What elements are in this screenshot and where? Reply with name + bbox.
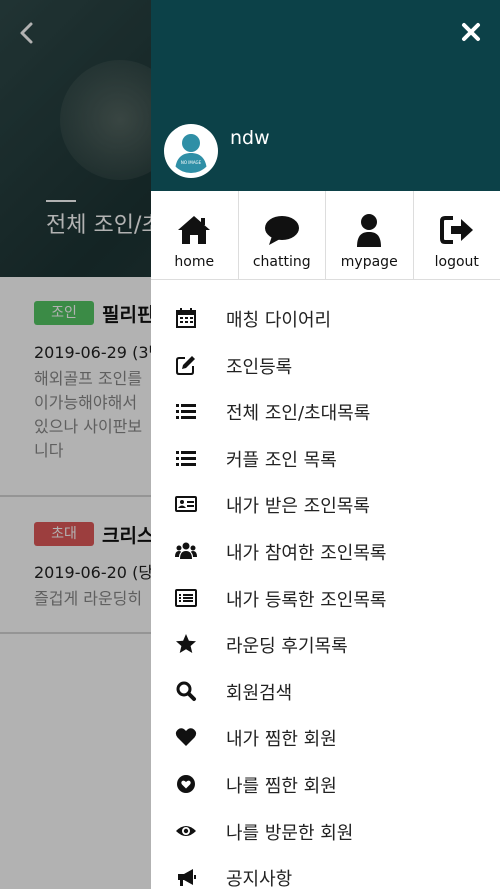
menu-label: 라운딩 후기목록 (226, 636, 348, 658)
menu-item-member-search[interactable]: 회원검색 (151, 668, 500, 715)
list-icon (175, 447, 197, 469)
menu-label: 회원검색 (226, 682, 293, 704)
close-icon[interactable] (459, 20, 483, 44)
edit-icon (175, 354, 197, 376)
nav-chatting[interactable]: chatting (239, 191, 326, 279)
id-card-icon (175, 493, 197, 515)
menu-label: 내가 찜한 회원 (226, 729, 337, 751)
avatar-placeholder-text: NO IMAGE (181, 160, 202, 165)
nav-mypage[interactable]: mypage (326, 191, 414, 279)
quick-nav: home chatting mypage logout (151, 191, 500, 280)
menu-item-favorited-me[interactable]: 나를 찜한 회원 (151, 761, 500, 808)
heart-circle-icon (175, 773, 197, 795)
home-icon (176, 213, 212, 247)
drawer-header: NO IMAGE ndw (151, 0, 500, 191)
nav-label: home (174, 254, 215, 270)
menu-item-all-join-list[interactable]: 전체 조인/초대목록 (151, 388, 500, 435)
menu-item-join-register[interactable]: 조인등록 (151, 342, 500, 389)
chat-bubble-icon (264, 213, 300, 247)
avatar[interactable]: NO IMAGE (164, 124, 218, 178)
star-icon (175, 633, 197, 655)
drawer-menu: 매칭 다이어리 조인등록 전체 조인/초대목록 커플 조인 목록 내가 받은 조… (151, 295, 500, 889)
users-icon (175, 540, 197, 562)
menu-label: 전체 조인/초대목록 (226, 403, 371, 425)
user-icon (351, 213, 387, 247)
menu-item-registered-list[interactable]: 내가 등록한 조인목록 (151, 575, 500, 622)
menu-label: 나를 찜한 회원 (226, 775, 337, 797)
eye-icon (175, 820, 197, 842)
menu-label: 내가 참여한 조인목록 (226, 542, 387, 564)
nav-label: mypage (340, 254, 398, 270)
heart-icon (175, 726, 197, 748)
menu-label: 공지사항 (226, 869, 293, 889)
menu-label: 조인등록 (226, 356, 293, 378)
nav-label: logout (434, 254, 479, 270)
list-alt-icon (175, 587, 197, 609)
sign-out-icon (439, 213, 475, 247)
menu-label: 매칭 다이어리 (226, 310, 332, 331)
side-drawer: NO IMAGE ndw home chatting mypage logout… (151, 0, 500, 889)
menu-item-notice[interactable]: 공지사항 (151, 854, 500, 889)
nav-home[interactable]: home (151, 191, 239, 279)
bullhorn-icon (175, 866, 197, 888)
menu-label: 커플 조인 목록 (226, 449, 337, 471)
nav-logout[interactable]: logout (414, 191, 500, 279)
calendar-icon (175, 307, 197, 329)
list-icon (175, 400, 197, 422)
menu-item-couple-join-list[interactable]: 커플 조인 목록 (151, 435, 500, 482)
menu-item-rounding-review-list[interactable]: 라운딩 후기목록 (151, 621, 500, 668)
menu-item-matching-diary[interactable]: 매칭 다이어리 (151, 295, 500, 342)
menu-item-joined-list[interactable]: 내가 참여한 조인목록 (151, 528, 500, 575)
menu-item-my-favorites[interactable]: 내가 찜한 회원 (151, 714, 500, 761)
menu-item-received-join-list[interactable]: 내가 받은 조인목록 (151, 481, 500, 528)
menu-label: 내가 등록한 조인목록 (226, 589, 387, 611)
menu-item-visited-me[interactable]: 나를 방문한 회원 (151, 808, 500, 855)
menu-label: 나를 방문한 회원 (226, 822, 354, 844)
nav-label: chatting (252, 254, 311, 270)
username: ndw (230, 127, 270, 149)
search-icon (175, 680, 197, 702)
menu-label: 내가 받은 조인목록 (226, 496, 370, 518)
